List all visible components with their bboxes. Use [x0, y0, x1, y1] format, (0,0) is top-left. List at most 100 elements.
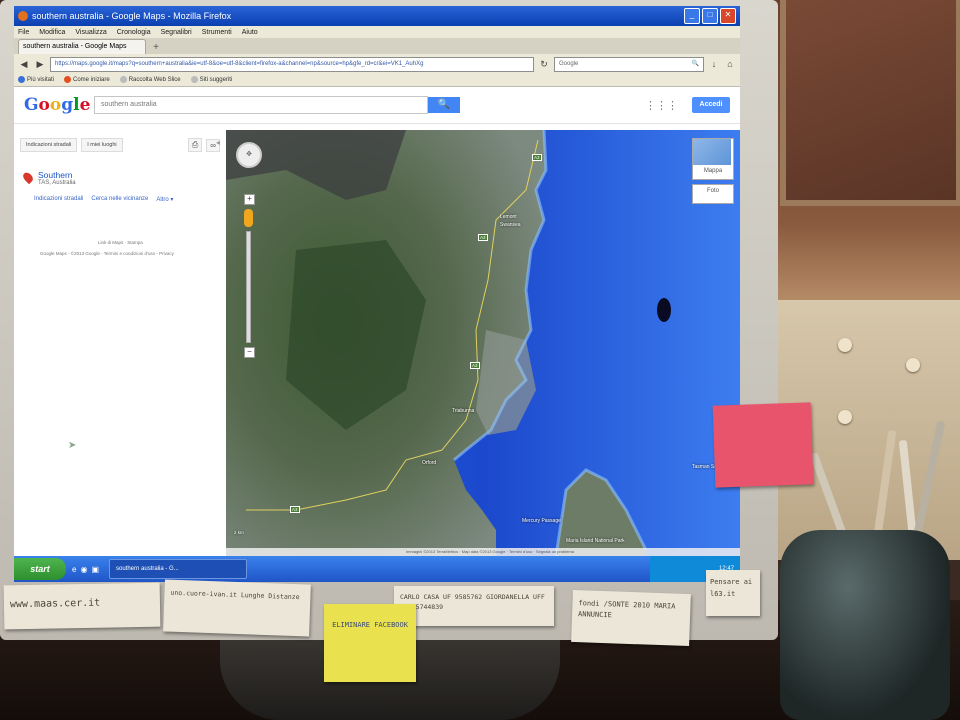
- wall-picture-frame: [780, 0, 960, 206]
- zoom-in-button[interactable]: +: [244, 194, 255, 205]
- download-icon[interactable]: ↓: [708, 59, 720, 69]
- forward-arrow-icon[interactable]: ▶: [34, 59, 46, 70]
- bookmark-web-slice[interactable]: Raccolta Web Slice: [119, 76, 181, 84]
- zoom-slider: + −: [244, 194, 255, 358]
- sticky-note: www.maas.cer.it: [3, 582, 161, 630]
- tab-google-maps[interactable]: southern australia - Google Maps: [18, 39, 146, 54]
- navigation-bar: ◀ ▶ https://maps.google.it/maps?q=southe…: [14, 54, 740, 74]
- search-engine-label: Google: [559, 60, 579, 67]
- pegman-icon[interactable]: [244, 209, 253, 227]
- sticky-note: Pensare ai l63.it: [706, 570, 760, 616]
- sticky-note: ELIMINARE FACEBOOK: [324, 604, 416, 682]
- menu-bar: File Modifica Visualizza Cronologia Segn…: [14, 26, 740, 38]
- place-label[interactable]: Triabunna: [452, 408, 474, 414]
- sticky-note: fondi /SONTE 2010 MARIA ANNUNCIE: [571, 589, 691, 647]
- home-icon[interactable]: ⌂: [724, 59, 736, 69]
- close-button[interactable]: ✕: [720, 8, 736, 24]
- result-more-link[interactable]: Altro ▾: [156, 196, 173, 203]
- bookmark-most-visited[interactable]: Più visitati: [18, 76, 54, 84]
- maps-search-button[interactable]: 🔍: [428, 97, 460, 113]
- firefox-icon: [64, 76, 72, 84]
- panel-toolbar: Indicazioni stradali I miei luoghi ⎙ ∞: [14, 130, 226, 160]
- url-bar[interactable]: https://maps.google.it/maps?q=southern+a…: [50, 56, 534, 72]
- gmaps-header: Google southern australia 🔍 ⋮⋮⋮ Accedi: [14, 87, 740, 124]
- result-title[interactable]: Southern: [38, 170, 76, 180]
- search-result[interactable]: Southern TAS, Australia: [14, 160, 226, 186]
- tab-bar: southern australia - Google Maps +: [14, 38, 740, 54]
- zoom-out-button[interactable]: −: [244, 347, 255, 358]
- place-label[interactable]: Swansea: [500, 222, 521, 228]
- road-shield: A3: [290, 506, 300, 513]
- bookmarks-toolbar: Più visitati Come iniziare Raccolta Web …: [14, 74, 740, 87]
- bookmark-getting-started[interactable]: Come iniziare: [64, 76, 110, 84]
- map-scale: 2 km: [234, 530, 244, 535]
- footer-links[interactable]: Link di Maps · Stampa: [40, 237, 226, 248]
- monitor-screen: southern australia - Google Maps - Mozil…: [14, 6, 740, 582]
- place-label[interactable]: Lemont: [500, 214, 517, 220]
- google-logo[interactable]: Google: [24, 95, 90, 115]
- menu-visualizza[interactable]: Visualizza: [75, 29, 106, 36]
- place-label[interactable]: Maria Island National Park: [566, 538, 625, 544]
- windows-taskbar: start e ◉ ▣ southern australia - G... 12…: [14, 556, 740, 582]
- map-attribution[interactable]: Immagini ©2013 TerraMetrics · Map data ©…: [226, 548, 740, 556]
- place-label[interactable]: Mercury Passage: [522, 518, 561, 524]
- left-panel: Indicazioni stradali I miei luoghi ⎙ ∞ S…: [14, 130, 226, 556]
- signin-button[interactable]: Accedi: [692, 97, 730, 113]
- maps-search-input[interactable]: southern australia: [94, 96, 428, 114]
- maps-main: Indicazioni stradali I miei luoghi ⎙ ∞ S…: [14, 130, 740, 556]
- result-subtitle: TAS, Australia: [38, 180, 76, 186]
- place-label[interactable]: Orford: [422, 460, 436, 466]
- back-arrow-icon[interactable]: ◀: [18, 59, 30, 70]
- bookmark-icon: [18, 76, 25, 84]
- shelf-knob: [838, 410, 852, 424]
- menu-cronologia[interactable]: Cronologia: [117, 29, 151, 36]
- firefox-icon: [18, 11, 28, 21]
- sticky-note-blank: [712, 402, 814, 488]
- zoom-controls: ✥ + −: [236, 142, 262, 358]
- bookmark-suggested-sites[interactable]: Siti suggeriti: [190, 76, 232, 84]
- collapse-panel-icon[interactable]: ◂: [216, 138, 220, 147]
- photo-toggle[interactable]: Foto: [692, 184, 734, 204]
- start-button[interactable]: start: [14, 558, 66, 580]
- sticky-note: CARLO CASA UF 9585762 GIORDANELLA UFF 01…: [394, 586, 554, 626]
- menu-aiuto[interactable]: Aiuto: [242, 29, 258, 36]
- menu-modifica[interactable]: Modifica: [39, 29, 65, 36]
- satellite-map[interactable]: ✥ + − Mappa Foto Lemont Swansea Orford T…: [226, 130, 740, 556]
- result-nearby-link[interactable]: Cerca nelle vicinanze: [91, 196, 148, 203]
- location-pin-icon: [21, 170, 35, 185]
- panel-footer: Link di Maps · Stampa Google Maps - ©201…: [14, 203, 226, 259]
- result-directions-link[interactable]: Indicazioni stradali: [34, 196, 83, 203]
- map-thumbnail: [693, 139, 731, 165]
- zoom-track[interactable]: [245, 231, 251, 343]
- search-icon[interactable]: 🔍: [692, 58, 699, 71]
- firefox-icon[interactable]: ◉: [80, 565, 87, 574]
- menu-file[interactable]: File: [18, 29, 29, 36]
- window-titlebar[interactable]: southern australia - Google Maps - Mozil…: [14, 6, 740, 26]
- browser-search-box[interactable]: Google 🔍: [554, 56, 704, 72]
- menu-segnalibri[interactable]: Segnalibri: [161, 29, 192, 36]
- print-icon[interactable]: ⎙: [187, 138, 203, 152]
- apps-grid-icon[interactable]: ⋮⋮⋮: [645, 99, 678, 112]
- pan-control[interactable]: ✥: [236, 142, 262, 168]
- result-links: Indicazioni stradali Cerca nelle vicinan…: [14, 186, 226, 203]
- map-type-label: Mappa: [703, 168, 723, 174]
- mouse-cursor-icon: ➤: [68, 440, 77, 451]
- reload-icon[interactable]: ↻: [538, 59, 550, 70]
- minimize-button[interactable]: _: [684, 8, 700, 24]
- menu-strumenti[interactable]: Strumenti: [202, 29, 232, 36]
- directions-button[interactable]: Indicazioni stradali: [20, 138, 78, 152]
- maximize-button[interactable]: □: [702, 8, 718, 24]
- new-tab-button[interactable]: +: [149, 42, 163, 54]
- ie-icon[interactable]: e: [72, 565, 76, 574]
- map-type-toggle[interactable]: Mappa: [692, 138, 734, 180]
- my-places-button[interactable]: I miei luoghi: [81, 138, 123, 152]
- footer-legal[interactable]: Google Maps - ©2013 Google - Termini e c…: [40, 248, 226, 259]
- sticky-note: uno.cuore-ivan.it Lunghe Distanze: [163, 579, 311, 637]
- road-shield: A3: [470, 362, 480, 369]
- monitor-bezel: southern australia - Google Maps - Mozil…: [0, 0, 778, 640]
- taskbar-item-firefox[interactable]: southern australia - G...: [109, 559, 247, 579]
- road-shield: A3: [478, 234, 488, 241]
- desktop-icon[interactable]: ▣: [91, 565, 99, 574]
- bookmark-icon: [190, 76, 198, 84]
- quick-launch: e ◉ ▣: [72, 565, 99, 574]
